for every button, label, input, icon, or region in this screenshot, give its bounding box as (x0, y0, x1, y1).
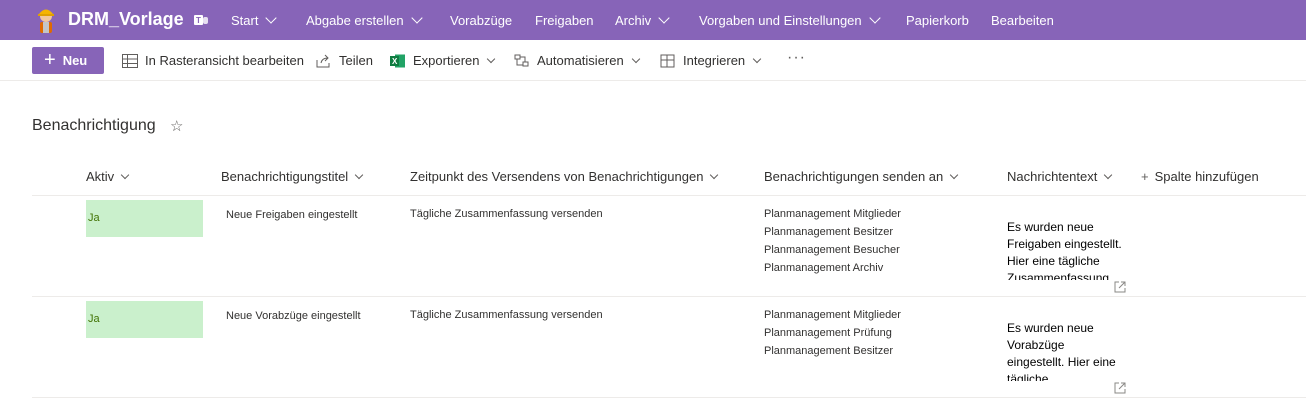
nav-vorgaben-label: Vorgaben und Einstellungen (699, 13, 862, 28)
nav-abgabe-erstellen[interactable]: Abgabe erstellen (306, 12, 423, 28)
message-line: eingestellt. Hier eine (1007, 355, 1116, 369)
grid-edit-button[interactable]: In Rasteransicht bearbeiten (122, 53, 304, 68)
share-button[interactable]: Teilen (316, 53, 373, 68)
nav-archiv-label: Archiv (615, 13, 652, 28)
chevron-down-icon (487, 54, 496, 63)
command-bar: + Neu In Rasteransicht bearbeiten Teilen… (0, 40, 1306, 81)
plus-icon: + (44, 48, 56, 71)
integrate-button[interactable]: Integrieren (660, 53, 762, 68)
nav-start[interactable]: Start (231, 12, 278, 28)
message-line: Es wurden neue (1007, 220, 1094, 234)
column-header-nachricht[interactable]: Nachrichtentext (1007, 169, 1113, 184)
column-header-label: Benachrichtigungen senden an (764, 169, 944, 184)
share-icon (316, 54, 330, 67)
svg-text:T: T (196, 16, 201, 25)
recipient: Planmanagement Besucher (764, 244, 900, 256)
column-header-aktiv[interactable]: Aktiv (86, 169, 130, 184)
new-button-label: Neu (62, 53, 88, 68)
excel-icon: X (390, 54, 405, 67)
chevron-down-icon (631, 54, 640, 63)
chevron-down-icon (658, 12, 670, 24)
grid-icon (122, 53, 138, 68)
cell-nachricht: Es wurden neue Vorabzüge eingestellt. Hi… (1007, 320, 1127, 381)
column-header-zeitpunkt[interactable]: Zeitpunkt des Versendens von Benachricht… (410, 169, 719, 184)
nav-vorabzuege-label: Vorabzüge (450, 13, 513, 28)
svg-text:X: X (392, 57, 398, 66)
recipient: Planmanagement Mitglieder (764, 309, 901, 321)
chevron-down-icon (868, 12, 881, 24)
column-header-titel[interactable]: Benachrichtigungstitel (221, 169, 364, 184)
nav-vorabzuege[interactable]: Vorabzüge (450, 13, 512, 28)
row-divider (32, 397, 1306, 398)
suite-bar: DRM_Vorlage T Start Abgabe erstellen Vor… (0, 0, 1306, 40)
message-line: tägliche (1007, 372, 1049, 381)
chevron-down-icon (410, 12, 423, 24)
nav-freigaben[interactable]: Freigaben (535, 13, 594, 28)
column-header-label: Zeitpunkt des Versendens von Benachricht… (410, 169, 704, 184)
site-title[interactable]: DRM_Vorlage (68, 9, 184, 30)
table-row[interactable]: Ja Neue Freigaben eingestellt Tägliche Z… (32, 196, 1306, 296)
recipient: Planmanagement Mitglieder (764, 208, 901, 220)
teams-icon[interactable]: T (194, 13, 208, 27)
automate-icon (514, 54, 529, 66)
integrate-label: Integrieren (683, 53, 746, 68)
table-row[interactable]: Ja Neue Vorabzüge eingestellt Tägliche Z… (32, 297, 1306, 397)
cell-nachricht: Es wurden neue Freigaben eingestellt. Hi… (1007, 219, 1127, 280)
chevron-down-icon (1104, 170, 1113, 179)
cell-titel: Neue Freigaben eingestellt (226, 209, 358, 221)
automate-label: Automatisieren (537, 53, 624, 68)
integrate-icon (660, 54, 675, 67)
grid-edit-label: In Rasteransicht bearbeiten (145, 53, 304, 68)
more-options-button[interactable]: ··· (787, 49, 806, 67)
nav-bearbeiten-label: Bearbeiten (991, 13, 1054, 28)
nav-archiv[interactable]: Archiv (615, 12, 670, 28)
message-line: Hier eine tägliche (1007, 254, 1100, 268)
nav-abgabe-erstellen-label: Abgabe erstellen (306, 13, 404, 28)
plus-icon: + (1141, 169, 1149, 184)
share-label: Teilen (339, 53, 373, 68)
export-label: Exportieren (413, 53, 480, 68)
chevron-down-icon (265, 12, 278, 24)
status-badge: Ja (86, 301, 203, 338)
cell-zeitpunkt: Tägliche Zusammenfassung versenden (410, 208, 603, 220)
chevron-down-icon (710, 170, 719, 179)
site-logo-icon[interactable] (33, 6, 59, 34)
cell-titel: Neue Vorabzüge eingestellt (226, 310, 361, 322)
nav-freigaben-label: Freigaben (535, 13, 594, 28)
favorite-star-icon[interactable]: ☆ (170, 117, 183, 135)
recipient: Planmanagement Archiv (764, 262, 884, 274)
column-header-empfaenger[interactable]: Benachrichtigungen senden an (764, 169, 959, 184)
new-button[interactable]: + Neu (32, 47, 104, 74)
chevron-down-icon (752, 54, 762, 63)
recipient: Planmanagement Prüfung (764, 327, 892, 339)
nav-vorgaben-einstellungen[interactable]: Vorgaben und Einstellungen (699, 12, 881, 28)
column-header-label: Aktiv (86, 169, 115, 184)
add-column-label: Spalte hinzufügen (1154, 169, 1259, 184)
nav-papierkorb-label: Papierkorb (906, 13, 969, 28)
recipient: Planmanagement Besitzer (764, 226, 894, 238)
cell-empfaenger: Planmanagement Mitglieder Planmanagement… (764, 306, 901, 360)
expand-icon[interactable] (1114, 281, 1126, 293)
chevron-down-icon (120, 170, 130, 179)
message-line: Vorabzüge (1007, 338, 1065, 352)
message-line: Freigaben eingestellt. (1007, 237, 1122, 251)
cell-zeitpunkt: Tägliche Zusammenfassung versenden (410, 309, 603, 321)
cell-empfaenger: Planmanagement Mitglieder Planmanagement… (764, 205, 901, 277)
column-header-label: Benachrichtigungstitel (221, 169, 349, 184)
message-line: Zusammenfassung (1007, 271, 1110, 280)
column-header-label: Nachrichtentext (1007, 169, 1098, 184)
automate-button[interactable]: Automatisieren (514, 53, 640, 68)
chevron-down-icon (950, 170, 959, 179)
recipient: Planmanagement Besitzer (764, 345, 894, 357)
nav-start-label: Start (231, 13, 259, 28)
expand-icon[interactable] (1114, 382, 1126, 394)
nav-bearbeiten[interactable]: Bearbeiten (991, 13, 1054, 28)
page-title: Benachrichtigung (32, 117, 156, 134)
nav-papierkorb[interactable]: Papierkorb (906, 13, 969, 28)
message-line: Es wurden neue (1007, 321, 1094, 335)
export-button[interactable]: X Exportieren (390, 53, 496, 68)
status-badge: Ja (86, 200, 203, 237)
add-column-button[interactable]: + Spalte hinzufügen (1141, 169, 1259, 184)
chevron-down-icon (354, 170, 364, 179)
